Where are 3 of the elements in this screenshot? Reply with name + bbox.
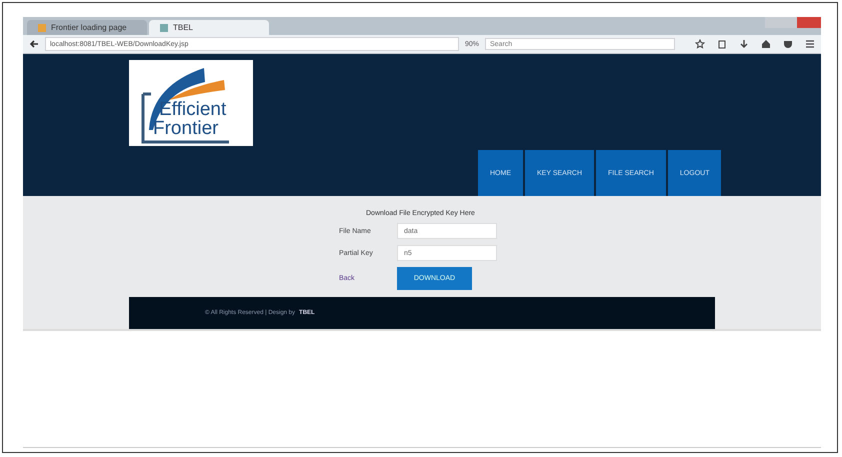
browser-tab[interactable]: Frontier loading page xyxy=(27,20,147,35)
browser-tab[interactable]: TBEL xyxy=(149,20,269,35)
logo-text: Frontier xyxy=(153,119,218,139)
